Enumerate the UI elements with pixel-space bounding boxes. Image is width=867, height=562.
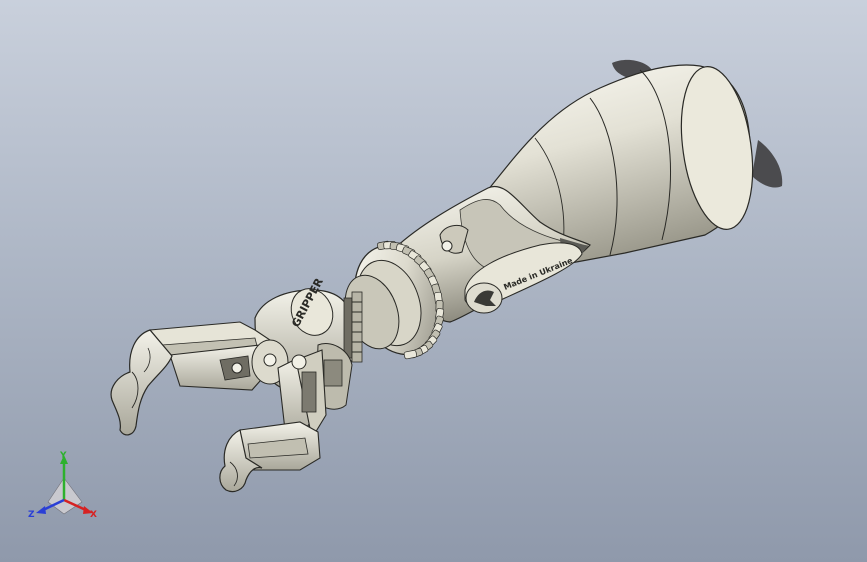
triad-y-label: Y (59, 451, 67, 461)
gripper-finger-upper[interactable] (110, 321, 289, 436)
servo-window (323, 359, 343, 387)
view-orientation-triad[interactable]: Y X Z (28, 451, 97, 520)
joint-screw (441, 240, 453, 252)
triad-z-arrow (36, 506, 46, 514)
fingertip-upper (110, 329, 173, 436)
pivot-pin-lower (291, 354, 307, 370)
prosthetic-arm-model[interactable]: Made in Ukraine GRIPPER Y X Z (0, 0, 867, 562)
strap-shadow-side (752, 140, 783, 188)
triad-x-label: X (90, 510, 97, 520)
link-slot (301, 371, 317, 413)
pivot-pin-upper (231, 362, 243, 374)
triad-z-label: Z (28, 510, 35, 520)
3d-graphics-viewport[interactable]: Made in Ukraine GRIPPER Y X Z (0, 0, 867, 562)
wrist-gear (343, 291, 363, 363)
